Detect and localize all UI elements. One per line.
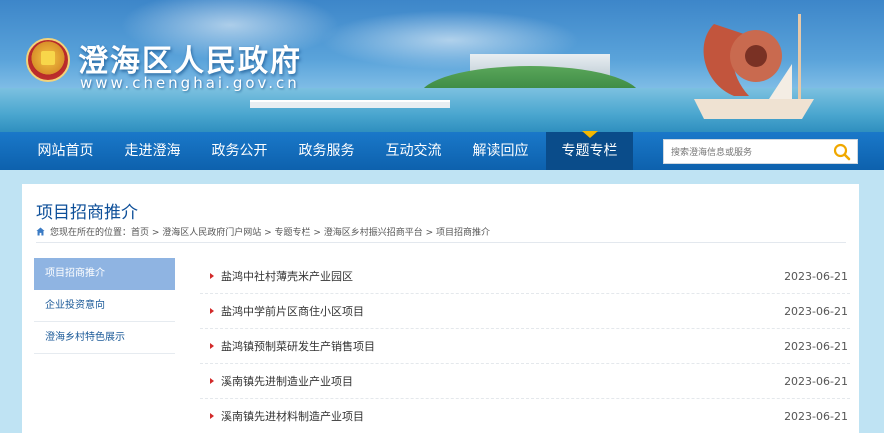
national-emblem-icon xyxy=(26,38,70,82)
nav-item-interpretation[interactable]: 解读回应 xyxy=(457,132,544,170)
sidebar-item-project-promotion[interactable]: 项目招商推介 xyxy=(34,258,175,290)
sidebar-item-rural-features[interactable]: 澄海乡村特色展示 xyxy=(34,322,175,354)
article-date: 2023-06-21 xyxy=(784,339,848,353)
article-title[interactable]: 盐鸿中学前片区商住小区项目 xyxy=(221,303,364,319)
nav-item-about[interactable]: 走进澄海 xyxy=(109,132,196,170)
content-panel: 项目招商推介 您现在所在的位置：首页 > 澄海区人民政府门户网站 > 专题专栏 … xyxy=(22,184,859,433)
divider xyxy=(36,242,846,243)
bullet-arrow-icon xyxy=(210,378,214,384)
page-title: 项目招商推介 xyxy=(36,203,138,223)
list-item[interactable]: 盐鸿中社村薄壳米产业园区 2023-06-21 xyxy=(200,259,850,294)
nav-item-home[interactable]: 网站首页 xyxy=(22,132,109,170)
search-icon[interactable] xyxy=(833,143,851,161)
bullet-arrow-icon xyxy=(210,308,214,314)
bullet-arrow-icon xyxy=(210,273,214,279)
breadcrumb: 您现在所在的位置：首页 > 澄海区人民政府门户网站 > 专题专栏 > 澄海区乡村… xyxy=(36,225,490,238)
main-nav: 网站首页 走进澄海 政务公开 政务服务 互动交流 解读回应 专题专栏 xyxy=(0,131,884,170)
sidebar-item-investment-intent[interactable]: 企业投资意向 xyxy=(34,290,175,322)
nav-item-special-topics[interactable]: 专题专栏 xyxy=(546,131,633,170)
article-list: 盐鸿中社村薄壳米产业园区 2023-06-21 盐鸿中学前片区商住小区项目 20… xyxy=(200,259,850,433)
breadcrumb-text: 您现在所在的位置：首页 > 澄海区人民政府门户网站 > 专题专栏 > 澄海区乡村… xyxy=(50,228,491,238)
ship-sculpture-icon xyxy=(694,14,814,119)
article-title[interactable]: 溪南镇先进制造业产业项目 xyxy=(221,373,353,389)
article-title[interactable]: 盐鸿镇预制菜研发生产销售项目 xyxy=(221,338,375,354)
site-domain: www.chenghai.gov.cn xyxy=(80,74,300,92)
article-date: 2023-06-21 xyxy=(784,409,848,423)
article-title[interactable]: 溪南镇先进材料制造产业项目 xyxy=(221,408,364,424)
sidebar: 项目招商推介 企业投资意向 澄海乡村特色展示 xyxy=(34,258,175,354)
list-item[interactable]: 盐鸿中学前片区商住小区项目 2023-06-21 xyxy=(200,294,850,329)
article-date: 2023-06-21 xyxy=(784,269,848,283)
list-item[interactable]: 溪南镇先进制造业产业项目 2023-06-21 xyxy=(200,364,850,399)
bullet-arrow-icon xyxy=(210,413,214,419)
article-date: 2023-06-21 xyxy=(784,304,848,318)
nav-item-gov-services[interactable]: 政务服务 xyxy=(283,132,370,170)
home-icon xyxy=(36,227,45,236)
header-banner: 澄海区人民政府 www.chenghai.gov.cn xyxy=(0,0,884,132)
search-box xyxy=(663,139,858,165)
list-item[interactable]: 溪南镇先进材料制造产业项目 2023-06-21 xyxy=(200,399,850,433)
list-item[interactable]: 盐鸿镇预制菜研发生产销售项目 2023-06-21 xyxy=(200,329,850,364)
bridge-decoration xyxy=(250,100,450,108)
article-title[interactable]: 盐鸿中社村薄壳米产业园区 xyxy=(221,268,353,284)
nav-item-gov-affairs[interactable]: 政务公开 xyxy=(196,132,283,170)
search-input[interactable] xyxy=(664,141,824,165)
article-date: 2023-06-21 xyxy=(784,374,848,388)
bullet-arrow-icon xyxy=(210,343,214,349)
nav-item-interaction[interactable]: 互动交流 xyxy=(370,132,457,170)
